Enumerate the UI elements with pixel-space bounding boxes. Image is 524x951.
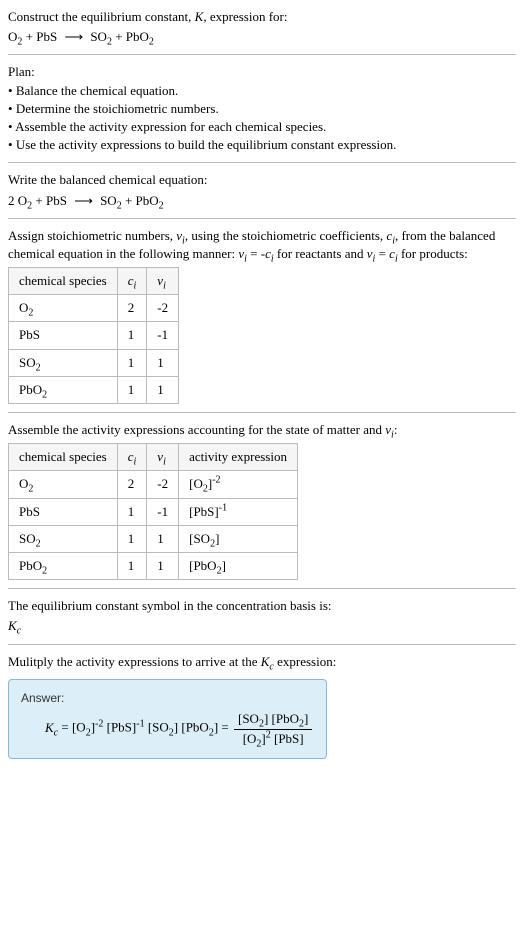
plan-item: • Use the activity expressions to build … (8, 136, 516, 154)
plan-heading: Plan: (8, 63, 516, 81)
balanced-section: Write the balanced chemical equation: 2 … (8, 171, 516, 209)
cell-ci: 1 (117, 376, 147, 403)
cell-ci: 1 (117, 498, 147, 525)
intro-text: Construct the equilibrium constant, K, e… (8, 8, 516, 26)
col-expr: activity expression (179, 444, 298, 471)
activity-section: Assemble the activity expressions accoun… (8, 421, 516, 580)
answer-label: Answer: (21, 690, 314, 707)
cell-ci: 1 (117, 322, 147, 349)
stoich-text: Assign stoichiometric numbers, νi, using… (8, 227, 516, 263)
cell-ci: 1 (117, 349, 147, 376)
multiply-text: Mulitply the activity expressions to arr… (8, 653, 516, 671)
cell-vi: 1 (147, 376, 179, 403)
table-header-row: chemical species ci νi activity expressi… (9, 444, 298, 471)
cell-vi: -2 (147, 295, 179, 322)
eqconst-symbol: Kc (8, 617, 516, 635)
plan-item-text: Balance the chemical equation. (16, 83, 178, 98)
activity-table: chemical species ci νi activity expressi… (8, 443, 298, 580)
divider (8, 162, 516, 163)
intro-section: Construct the equilibrium constant, K, e… (8, 8, 516, 46)
balanced-text: Write the balanced chemical equation: (8, 171, 516, 189)
table-row: PbS 1 -1 [PbS]-1 (9, 498, 298, 525)
eqconst-section: The equilibrium constant symbol in the c… (8, 597, 516, 635)
divider (8, 218, 516, 219)
cell-species: SO2 (9, 525, 118, 552)
col-vi: νi (147, 268, 179, 295)
table-row: PbO2 1 1 [PbO2] (9, 552, 298, 579)
col-species: chemical species (9, 444, 118, 471)
table-row: O2 2 -2 [O2]-2 (9, 471, 298, 498)
activity-text: Assemble the activity expressions accoun… (8, 421, 516, 439)
cell-expr: [PbO2] (179, 552, 298, 579)
cell-expr: [PbS]-1 (179, 498, 298, 525)
cell-expr: [SO2] (179, 525, 298, 552)
table-row: PbS 1 -1 (9, 322, 179, 349)
plan-item: • Assemble the activity expression for e… (8, 118, 516, 136)
stoich-table: chemical species ci νi O2 2 -2 PbS 1 -1 … (8, 267, 179, 404)
fraction-denominator: [O2]2 [PbS] (234, 730, 312, 748)
col-vi: νi (147, 444, 179, 471)
plan-item-text: Assemble the activity expression for eac… (15, 119, 326, 134)
table-row: SO2 1 1 [SO2] (9, 525, 298, 552)
answer-expression: Kc = [O2]-2 [PbS]-1 [SO2] [PbO2] = [SO2]… (21, 710, 314, 747)
plan-item: • Determine the stoichiometric numbers. (8, 100, 516, 118)
divider (8, 644, 516, 645)
table-row: O2 2 -2 (9, 295, 179, 322)
cell-species: PbO2 (9, 552, 118, 579)
plan-item-text: Determine the stoichiometric numbers. (16, 101, 219, 116)
col-species: chemical species (9, 268, 118, 295)
col-ci: ci (117, 444, 147, 471)
cell-ci: 2 (117, 471, 147, 498)
cell-species: PbS (9, 322, 118, 349)
fraction: [SO2] [PbO2] [O2]2 [PbS] (234, 710, 312, 747)
plan-section: Plan: • Balance the chemical equation. •… (8, 63, 516, 154)
divider (8, 412, 516, 413)
cell-vi: 1 (147, 525, 179, 552)
cell-species: SO2 (9, 349, 118, 376)
balanced-equation: 2 O2 + PbS ⟶ SO2 + PbO2 (8, 192, 516, 210)
answer-box: Answer: Kc = [O2]-2 [PbS]-1 [SO2] [PbO2]… (8, 679, 327, 759)
cell-vi: -1 (147, 322, 179, 349)
cell-vi: 1 (147, 349, 179, 376)
fraction-numerator: [SO2] [PbO2] (234, 710, 312, 729)
plan-item-text: Use the activity expressions to build th… (16, 137, 397, 152)
divider (8, 54, 516, 55)
table-row: SO2 1 1 (9, 349, 179, 376)
table-row: PbO2 1 1 (9, 376, 179, 403)
cell-expr: [O2]-2 (179, 471, 298, 498)
cell-vi: 1 (147, 552, 179, 579)
cell-species: O2 (9, 295, 118, 322)
stoich-section: Assign stoichiometric numbers, νi, using… (8, 227, 516, 404)
cell-vi: -2 (147, 471, 179, 498)
cell-ci: 2 (117, 295, 147, 322)
cell-ci: 1 (117, 525, 147, 552)
cell-species: PbS (9, 498, 118, 525)
cell-species: O2 (9, 471, 118, 498)
multiply-section: Mulitply the activity expressions to arr… (8, 653, 516, 671)
cell-species: PbO2 (9, 376, 118, 403)
cell-ci: 1 (117, 552, 147, 579)
unbalanced-equation: O2 + PbS ⟶ SO2 + PbO2 (8, 28, 516, 46)
divider (8, 588, 516, 589)
eqconst-text: The equilibrium constant symbol in the c… (8, 597, 516, 615)
cell-vi: -1 (147, 498, 179, 525)
col-ci: ci (117, 268, 147, 295)
plan-item: • Balance the chemical equation. (8, 82, 516, 100)
table-header-row: chemical species ci νi (9, 268, 179, 295)
